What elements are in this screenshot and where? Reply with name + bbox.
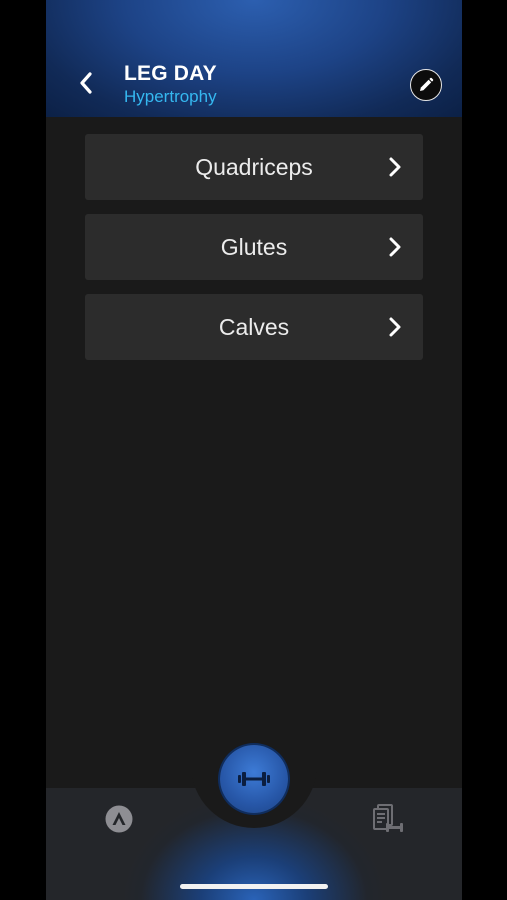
muscle-group-list: Quadriceps Glutes Calves — [85, 134, 423, 374]
pencil-icon — [420, 77, 434, 91]
list-item-calves[interactable]: Calves — [85, 294, 423, 360]
tab-workout-log[interactable] — [372, 803, 406, 835]
workout-log-icon — [373, 804, 403, 832]
chevron-left-icon — [80, 72, 92, 94]
list-item-glutes[interactable]: Glutes — [85, 214, 423, 280]
header: LEG DAY Hypertrophy — [46, 0, 462, 117]
app-logo-icon — [105, 805, 133, 833]
edit-button[interactable] — [410, 69, 442, 101]
tab-home[interactable] — [104, 804, 134, 834]
list-item-label: Quadriceps — [195, 154, 313, 180]
dumbbell-icon — [238, 772, 270, 786]
chevron-right-icon — [389, 157, 401, 177]
page-subtitle: Hypertrophy — [124, 87, 217, 106]
home-indicator — [180, 884, 328, 889]
chevron-right-icon — [389, 237, 401, 257]
list-item-label: Glutes — [220, 234, 288, 260]
workout-button[interactable] — [220, 745, 288, 813]
app-screen: LEG DAY Hypertrophy Quadriceps Glutes Ca… — [46, 0, 462, 900]
chevron-right-icon — [389, 317, 401, 337]
back-button[interactable] — [70, 66, 102, 100]
page-title: LEG DAY — [124, 62, 217, 85]
title-block: LEG DAY Hypertrophy — [124, 62, 217, 108]
list-item-quadriceps[interactable]: Quadriceps — [85, 134, 423, 200]
list-item-label: Calves — [218, 314, 290, 340]
